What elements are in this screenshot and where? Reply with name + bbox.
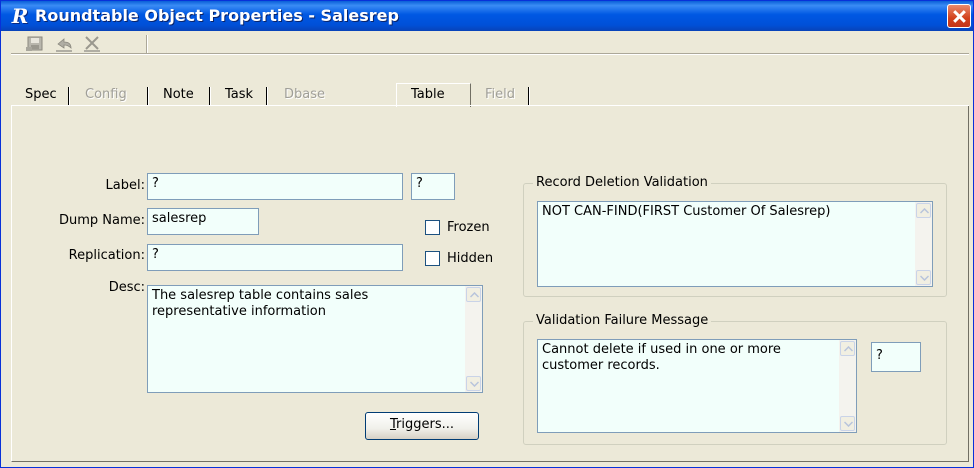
delete-icon[interactable] bbox=[81, 35, 103, 53]
scroll-up-icon[interactable] bbox=[466, 287, 481, 302]
toolbar-divider bbox=[11, 53, 969, 55]
tab-separator bbox=[68, 87, 70, 105]
triggers-button-label: riggers... bbox=[396, 417, 454, 432]
replication-input[interactable]: ? bbox=[147, 244, 403, 271]
dump-name-label: Dump Name: bbox=[58, 213, 145, 228]
tab-separator bbox=[528, 87, 530, 105]
validation-failure-textarea[interactable]: Cannot delete if used in one or more cus… bbox=[537, 339, 857, 433]
label-input[interactable]: ? bbox=[147, 173, 403, 200]
title-bar[interactable]: R Roundtable Object Properties - Salesre… bbox=[1, 1, 973, 31]
scroll-up-icon[interactable] bbox=[840, 341, 855, 356]
window-title: Roundtable Object Properties - Salesrep bbox=[35, 6, 399, 25]
frozen-label[interactable]: Frozen bbox=[447, 220, 490, 235]
frozen-checkbox[interactable] bbox=[425, 220, 440, 235]
hidden-label[interactable]: Hidden bbox=[447, 251, 493, 266]
scroll-down-icon[interactable] bbox=[916, 270, 931, 285]
triggers-button[interactable]: Triggers... bbox=[365, 412, 479, 440]
tab-note[interactable]: Note bbox=[163, 87, 194, 105]
scroll-up-icon[interactable] bbox=[916, 203, 931, 218]
scroll-down-icon[interactable] bbox=[840, 416, 855, 431]
desc-textarea[interactable]: The salesrep table contains sales repres… bbox=[147, 285, 483, 393]
tab-task[interactable]: Task bbox=[225, 87, 253, 105]
tab-table[interactable]: Table bbox=[411, 87, 445, 105]
tab-separator bbox=[147, 87, 149, 105]
tab-spec[interactable]: Spec bbox=[25, 87, 57, 105]
tab-field[interactable]: Field bbox=[485, 87, 515, 105]
record-deletion-text: NOT CAN-FIND(FIRST Customer Of Salesrep) bbox=[542, 204, 831, 219]
validation-failure-extra-input[interactable]: ? bbox=[871, 342, 921, 372]
replication-label: Replication: bbox=[68, 248, 145, 263]
tab-dbase[interactable]: Dbase bbox=[284, 87, 325, 105]
dump-name-input[interactable]: salesrep bbox=[147, 208, 259, 235]
desc-scrollbar[interactable] bbox=[465, 286, 482, 392]
tab-config[interactable]: Config bbox=[85, 87, 127, 105]
scroll-down-icon[interactable] bbox=[466, 376, 481, 391]
validation-failure-title: Validation Failure Message bbox=[533, 313, 712, 328]
tab-separator bbox=[209, 87, 211, 105]
record-deletion-textarea[interactable]: NOT CAN-FIND(FIRST Customer Of Salesrep) bbox=[537, 201, 933, 287]
close-button[interactable] bbox=[947, 4, 971, 28]
record-deletion-title: Record Deletion Validation bbox=[533, 175, 711, 190]
save-icon[interactable] bbox=[25, 35, 47, 53]
properties-window: R Roundtable Object Properties - Salesre… bbox=[0, 0, 974, 468]
label-extra-input[interactable]: ? bbox=[411, 173, 455, 200]
desc-label: Desc: bbox=[108, 280, 145, 295]
record-deletion-scrollbar[interactable] bbox=[915, 202, 932, 286]
undo-icon[interactable] bbox=[53, 35, 75, 53]
toolbar-separator bbox=[146, 35, 148, 53]
roundtable-app-icon: R bbox=[11, 4, 29, 28]
desc-text: The salesrep table contains sales repres… bbox=[152, 288, 369, 319]
tab-separator bbox=[266, 87, 268, 105]
validation-failure-scrollbar[interactable] bbox=[839, 340, 856, 432]
validation-failure-text: Cannot delete if used in one or more cus… bbox=[542, 342, 781, 373]
label-field-label: Label: bbox=[105, 178, 145, 193]
hidden-checkbox[interactable] bbox=[425, 251, 440, 266]
